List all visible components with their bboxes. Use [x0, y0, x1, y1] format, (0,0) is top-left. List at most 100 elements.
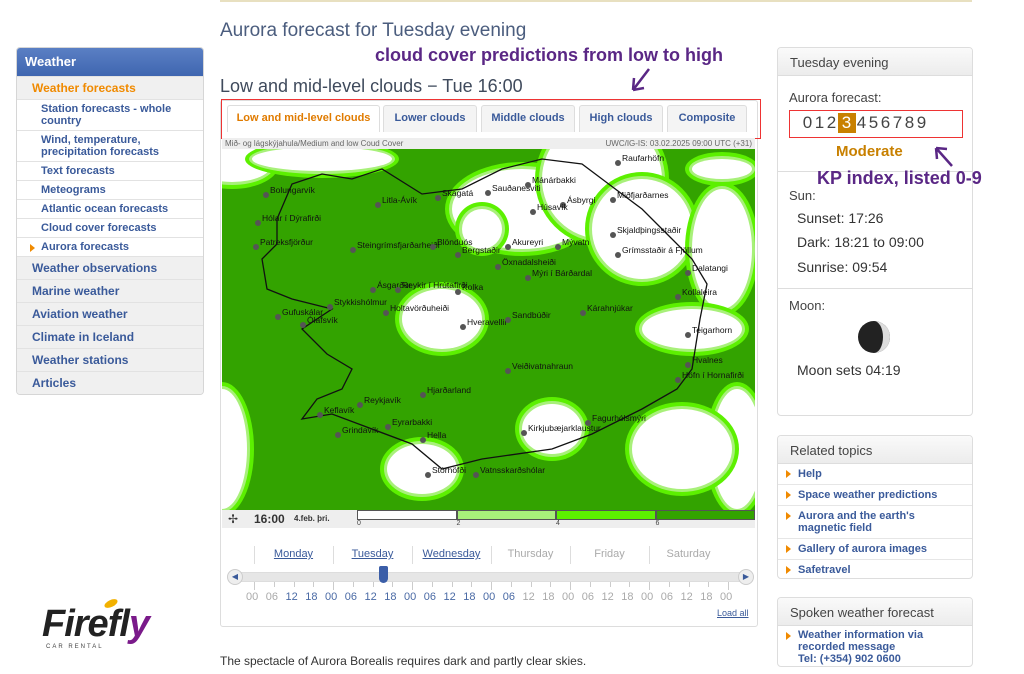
timeline-handle[interactable] — [379, 566, 388, 583]
sidebar-item[interactable]: Climate in Iceland — [17, 325, 203, 348]
tab-composite[interactable]: Composite — [667, 105, 747, 132]
hour-label[interactable]: 00 — [404, 591, 416, 603]
hour-label[interactable]: 18 — [463, 591, 475, 603]
day-friday: Friday — [594, 548, 625, 560]
station-marker[interactable] — [395, 287, 401, 293]
sidebar-item[interactable]: Atlantic ocean forecasts — [17, 199, 203, 218]
station-marker[interactable] — [263, 192, 269, 198]
station-marker[interactable] — [610, 197, 616, 203]
station-marker[interactable] — [275, 314, 281, 320]
station-marker[interactable] — [357, 402, 363, 408]
station-marker[interactable] — [420, 392, 426, 398]
sidebar-item[interactable]: Weather stations — [17, 348, 203, 371]
sidebar-item[interactable]: Station forecasts - whole country — [17, 99, 203, 130]
related-link[interactable]: Aurora and the earth's magnetic field — [778, 505, 972, 538]
station-marker[interactable] — [317, 412, 323, 418]
hour-label[interactable]: 00 — [325, 591, 337, 603]
station-marker[interactable] — [530, 209, 536, 215]
hour-label[interactable]: 00 — [483, 591, 495, 603]
station-marker[interactable] — [455, 252, 461, 258]
tab-low-and-mid-level-clouds[interactable]: Low and mid-level clouds — [227, 105, 380, 132]
station-marker[interactable] — [473, 472, 479, 478]
station-marker[interactable] — [615, 252, 621, 258]
station-marker[interactable] — [555, 244, 561, 250]
station-marker[interactable] — [580, 310, 586, 316]
station-marker[interactable] — [460, 324, 466, 330]
hour-label[interactable]: 06 — [345, 591, 357, 603]
moon-label: Moon: — [789, 298, 826, 313]
sidebar-item[interactable]: Wind, temperature, precipitation forecas… — [17, 130, 203, 161]
station-marker[interactable] — [253, 244, 259, 250]
day-wednesday[interactable]: Wednesday — [412, 548, 491, 560]
map-caption-left: Mið- og lágskýjahula/Medium and low Coud… — [225, 139, 404, 148]
hour-label[interactable]: 12 — [444, 591, 456, 603]
station-marker[interactable] — [505, 317, 511, 323]
station-marker[interactable] — [435, 195, 441, 201]
station-marker[interactable] — [525, 182, 531, 188]
sidebar-item[interactable]: Weather forecasts — [17, 76, 203, 99]
locate-icon[interactable]: ✢ — [228, 512, 238, 526]
hour-label[interactable]: 18 — [305, 591, 317, 603]
sidebar-item[interactable]: Cloud cover forecasts — [17, 218, 203, 237]
station-marker[interactable] — [685, 362, 691, 368]
station-marker[interactable] — [370, 287, 376, 293]
place-label: Mývatn — [562, 237, 590, 247]
timeline-next-button[interactable]: ▶ — [738, 569, 754, 585]
tick-mark — [609, 582, 611, 587]
tick-mark — [471, 582, 473, 587]
related-link[interactable]: Safetravel — [778, 559, 972, 578]
timeline-slider[interactable] — [230, 572, 752, 582]
sidebar-item[interactable]: Aurora forecasts — [17, 237, 203, 256]
tab-middle-clouds[interactable]: Middle clouds — [481, 105, 575, 132]
station-marker[interactable] — [327, 304, 333, 310]
cloud-cover-map[interactable]: Raufarhöfn Bolungarvík Litla-Ávík Skagatá Sa… — [222, 149, 755, 510]
station-marker[interactable] — [300, 322, 306, 328]
station-marker[interactable] — [675, 377, 681, 383]
station-marker[interactable] — [685, 270, 691, 276]
station-marker[interactable] — [525, 275, 531, 281]
station-marker[interactable] — [350, 247, 356, 253]
sidebar-item[interactable]: Meteograms — [17, 180, 203, 199]
place-label: Keflavík — [324, 405, 355, 415]
related-link[interactable]: Help — [778, 464, 972, 484]
hour-label[interactable]: 18 — [384, 591, 396, 603]
station-marker[interactable] — [335, 432, 341, 438]
tab-high-clouds[interactable]: High clouds — [579, 105, 663, 132]
station-marker[interactable] — [455, 289, 461, 295]
sidebar-item[interactable]: Marine weather — [17, 279, 203, 302]
related-link[interactable]: Gallery of aurora images — [778, 538, 972, 559]
station-marker[interactable] — [675, 294, 681, 300]
day-tuesday[interactable]: Tuesday — [333, 548, 412, 560]
station-marker[interactable] — [685, 332, 691, 338]
station-marker[interactable] — [425, 472, 431, 478]
station-marker[interactable] — [615, 160, 621, 166]
station-marker[interactable] — [430, 244, 436, 250]
sidebar-item[interactable]: Weather observations — [17, 256, 203, 279]
related-link[interactable]: Space weather predictions — [778, 484, 972, 505]
load-all-link[interactable]: Load all — [717, 608, 749, 618]
day-monday[interactable]: Monday — [254, 548, 333, 560]
hour-label[interactable]: 12 — [286, 591, 298, 603]
station-marker[interactable] — [505, 244, 511, 250]
station-marker[interactable] — [385, 424, 391, 430]
spoken-forecast-link[interactable]: Weather information via recorded message… — [778, 626, 972, 666]
tab-lower-clouds[interactable]: Lower clouds — [383, 105, 477, 132]
station-marker[interactable] — [420, 437, 426, 443]
station-marker[interactable] — [485, 190, 491, 196]
station-marker[interactable] — [255, 220, 261, 226]
sidebar-item[interactable]: Articles — [17, 371, 203, 394]
timeline-prev-button[interactable]: ◀ — [227, 569, 243, 585]
legend-tick: 0 — [357, 520, 361, 527]
station-marker[interactable] — [610, 232, 616, 238]
sidebar-item[interactable]: Aviation weather — [17, 302, 203, 325]
station-marker[interactable] — [495, 264, 501, 270]
station-marker[interactable] — [375, 202, 381, 208]
station-marker[interactable] — [383, 310, 389, 316]
sidebar-item[interactable]: Text forecasts — [17, 161, 203, 180]
hour-label[interactable]: 12 — [365, 591, 377, 603]
station-marker[interactable] — [505, 368, 511, 374]
hour-label[interactable]: 06 — [503, 591, 515, 603]
spoken-forecast-line1: Weather information via recorded message — [798, 629, 924, 653]
hour-label[interactable]: 06 — [424, 591, 436, 603]
station-marker[interactable] — [521, 430, 527, 436]
